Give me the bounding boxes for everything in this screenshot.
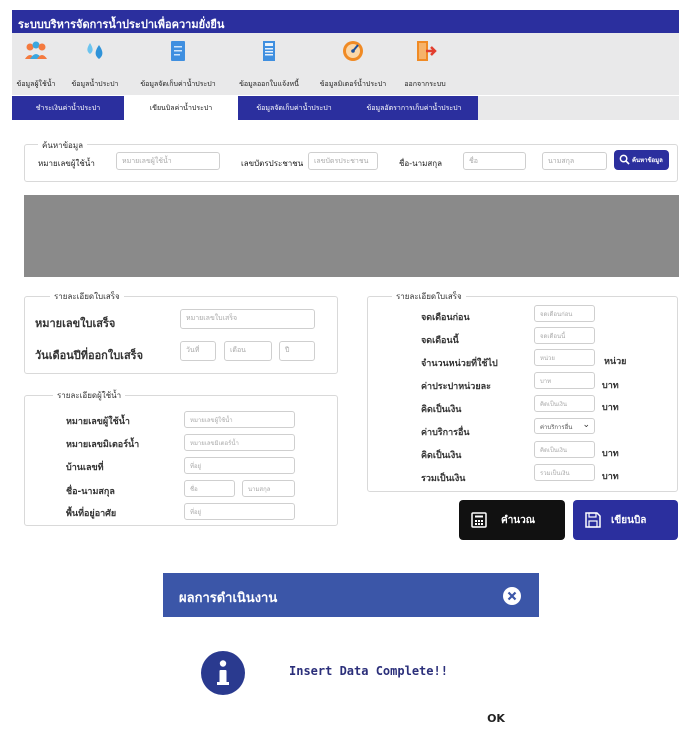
tab-write-bill[interactable]: เขียนบิลค่าน้ำประปา — [124, 96, 238, 120]
search-user-id-label: หมายเลขผู้ใช้น้ำ — [38, 159, 95, 168]
toolbar-collect-label: ข้อมูลจัดเก็บค่าน้ำประปา — [140, 80, 216, 88]
toolbar-water-label: ข้อมูลน้ำประปา — [71, 80, 119, 88]
dialog-title: ผลการดำเนินงาน — [179, 591, 278, 606]
other-service-select[interactable]: ค่าบริการอื่น ⌄ — [534, 418, 595, 434]
issue-date-label: วันเดือนปีที่ออกใบเสร็จ — [35, 349, 144, 362]
other-service-value: ค่าบริการอื่น — [540, 424, 573, 431]
search-button-label: ค้นหาข้อมูล — [632, 157, 663, 164]
tab-pay-water-label: ชำระเงินค่าน้ำประปา — [35, 104, 101, 112]
total-unit: บาท — [602, 472, 619, 482]
user-first-name-input[interactable]: ชื่อ — [184, 480, 235, 497]
search-legend: ค้นหาข้อมูล — [38, 139, 88, 152]
prev-reading-input[interactable]: จดเดือนก่อน — [534, 305, 595, 322]
ok-button[interactable]: OK — [476, 705, 516, 733]
meter-icon — [343, 41, 363, 61]
receipt-right-legend: รายละเอียดใบเสร็จ — [392, 290, 466, 303]
search-citizen-id-label: เลขบัตรประชาชน — [241, 159, 304, 168]
house-no-input[interactable]: ที่อยู่ — [184, 457, 295, 474]
meter-no-label: หมายเลขมิเตอร์น้ำ — [66, 440, 140, 450]
amount-label: คิดเป็นเงิน — [421, 405, 462, 415]
receipt-right-fieldset — [367, 296, 678, 492]
users-icon — [25, 41, 47, 59]
rate-input[interactable]: บาท — [534, 372, 595, 389]
water-drops-icon — [87, 43, 103, 59]
calculate-button[interactable]: คำนวณ — [459, 500, 565, 540]
house-no-label: บ้านเลขที่ — [66, 463, 104, 473]
user-last-name-input[interactable]: นามสกุล — [242, 480, 295, 497]
main-toolbar: ข้อมูลผู้ใช้น้ำ ข้อมูลน้ำประปา ข้อมูลจัด… — [12, 33, 679, 95]
ok-button-label: OK — [487, 712, 505, 725]
invoice-icon — [263, 41, 275, 61]
other-service-label: ค่าบริการอื่น — [421, 428, 470, 438]
data-grid-area — [24, 195, 679, 277]
other-amount-label: คิดเป็นเงิน — [421, 451, 462, 461]
calculator-icon — [471, 512, 487, 528]
close-icon[interactable] — [503, 587, 521, 605]
prev-reading-label: จดเดือนก่อน — [421, 313, 470, 323]
user-details-legend: รายละเอียดผู้ใช้น้ำ — [53, 389, 126, 402]
receipt-left-legend: รายละเอียดใบเสร็จ — [50, 290, 124, 303]
write-bill-button[interactable]: เขียนบิล — [573, 500, 678, 540]
toolbar-users[interactable]: ข้อมูลผู้ใช้น้ำ — [12, 33, 60, 95]
other-amount-unit: บาท — [602, 449, 619, 459]
dialog-header: ผลการดำเนินงาน — [163, 573, 539, 617]
amount-input[interactable]: คิดเป็นเงิน — [534, 395, 595, 412]
tab-collect-data-label: ข้อมูลจัดเก็บค่าน้ำประปา — [256, 104, 332, 112]
toolbar-water[interactable]: ข้อมูลน้ำประปา — [66, 33, 124, 95]
user-name-label: ชื่อ-นามสกุล — [66, 487, 115, 497]
chevron-down-icon: ⌄ — [582, 420, 590, 430]
toolbar-meter[interactable]: ข้อมูลมิเตอร์น้ำประปา — [310, 33, 396, 95]
info-icon — [201, 651, 245, 695]
search-icon — [619, 154, 630, 165]
toolbar-logout-label: ออกจากระบบ — [404, 80, 446, 88]
calculate-button-label: คำนวณ — [501, 515, 536, 526]
tab-collect-data[interactable]: ข้อมูลจัดเก็บค่าน้ำประปา — [238, 96, 350, 120]
app-title-bar: ระบบบริหารจัดการน้ำประปาเพื่อความยั่งยืน — [12, 10, 679, 33]
tab-bar: ชำระเงินค่าน้ำประปา เขียนบิลค่าน้ำประปา … — [12, 96, 679, 120]
area-input[interactable]: ที่อยู่ — [184, 503, 295, 520]
other-amount-input[interactable]: คิดเป็นเงิน — [534, 441, 595, 458]
tab-pay-water[interactable]: ชำระเงินค่าน้ำประปา — [12, 96, 124, 120]
search-citizen-id-input[interactable]: เลขบัตรประชาชน — [308, 152, 378, 170]
total-input[interactable]: รวมเป็นเงิน — [534, 464, 595, 481]
toolbar-meter-label: ข้อมูลมิเตอร์น้ำประปา — [319, 80, 387, 88]
toolbar-collect[interactable]: ข้อมูลจัดเก็บค่าน้ำประปา — [128, 33, 228, 95]
app-title: ระบบบริหารจัดการน้ำประปาเพื่อความยั่งยืน — [18, 18, 225, 31]
units-used-label: จำนวนหน่วยที่ใช้ไป — [421, 359, 498, 369]
document-icon — [171, 41, 185, 61]
toolbar-users-label: ข้อมูลผู้ใช้น้ำ — [16, 80, 56, 88]
dialog-message: Insert Data Complete!! — [289, 664, 448, 678]
tab-rate-data-label: ข้อมูลอัตราการเก็บค่าน้ำประปา — [366, 104, 462, 112]
toolbar-invoice[interactable]: ข้อมูลออกใบแจ้งหนี้ — [230, 33, 308, 95]
toolbar-invoice-label: ข้อมูลออกใบแจ้งหนี้ — [239, 80, 299, 88]
curr-reading-input[interactable]: จดเดือนนี้ — [534, 327, 595, 344]
search-button[interactable]: ค้นหาข้อมูล — [614, 150, 669, 170]
rate-unit: บาท — [602, 381, 619, 391]
curr-reading-label: จดเดือนนี้ — [421, 336, 459, 346]
area-label: พื้นที่อยู่อาศัย — [66, 509, 117, 519]
units-used-unit: หน่วย — [604, 357, 627, 367]
receipt-no-input[interactable]: หมายเลขใบเสร็จ — [180, 309, 315, 329]
issue-day-input[interactable]: วันที่ — [180, 341, 216, 361]
amount-unit: บาท — [602, 403, 619, 413]
meter-no-input[interactable]: หมายเลขมิเตอร์น้ำ — [184, 434, 295, 451]
toolbar-logout[interactable]: ออกจากระบบ — [396, 33, 454, 95]
rate-label: ค่าประปาหน่วยละ — [421, 382, 491, 392]
issue-year-input[interactable]: ปี — [279, 341, 315, 361]
search-user-id-input[interactable]: หมายเลขผู้ใช้น้ำ — [116, 152, 220, 170]
save-icon — [585, 512, 601, 528]
units-used-input[interactable]: หน่วย — [534, 349, 595, 366]
tab-write-bill-label: เขียนบิลค่าน้ำประปา — [149, 104, 213, 112]
search-first-name-input[interactable]: ชื่อ — [463, 152, 526, 170]
search-name-label: ชื่อ-นามสกุล — [399, 159, 442, 168]
receipt-no-label: หมายเลขใบเสร็จ — [35, 317, 116, 330]
write-bill-button-label: เขียนบิล — [611, 515, 647, 526]
tab-rate-data[interactable]: ข้อมูลอัตราการเก็บค่าน้ำประปา — [350, 96, 478, 120]
user-id-input[interactable]: หมายเลขผู้ใช้น้ำ — [184, 411, 295, 428]
logout-door-icon — [417, 41, 437, 61]
user-id-label: หมายเลขผู้ใช้น้ำ — [66, 417, 130, 427]
search-last-name-input[interactable]: นามสกุล — [542, 152, 607, 170]
total-label: รวมเป็นเงิน — [421, 474, 466, 484]
issue-month-input[interactable]: เดือน — [224, 341, 272, 361]
